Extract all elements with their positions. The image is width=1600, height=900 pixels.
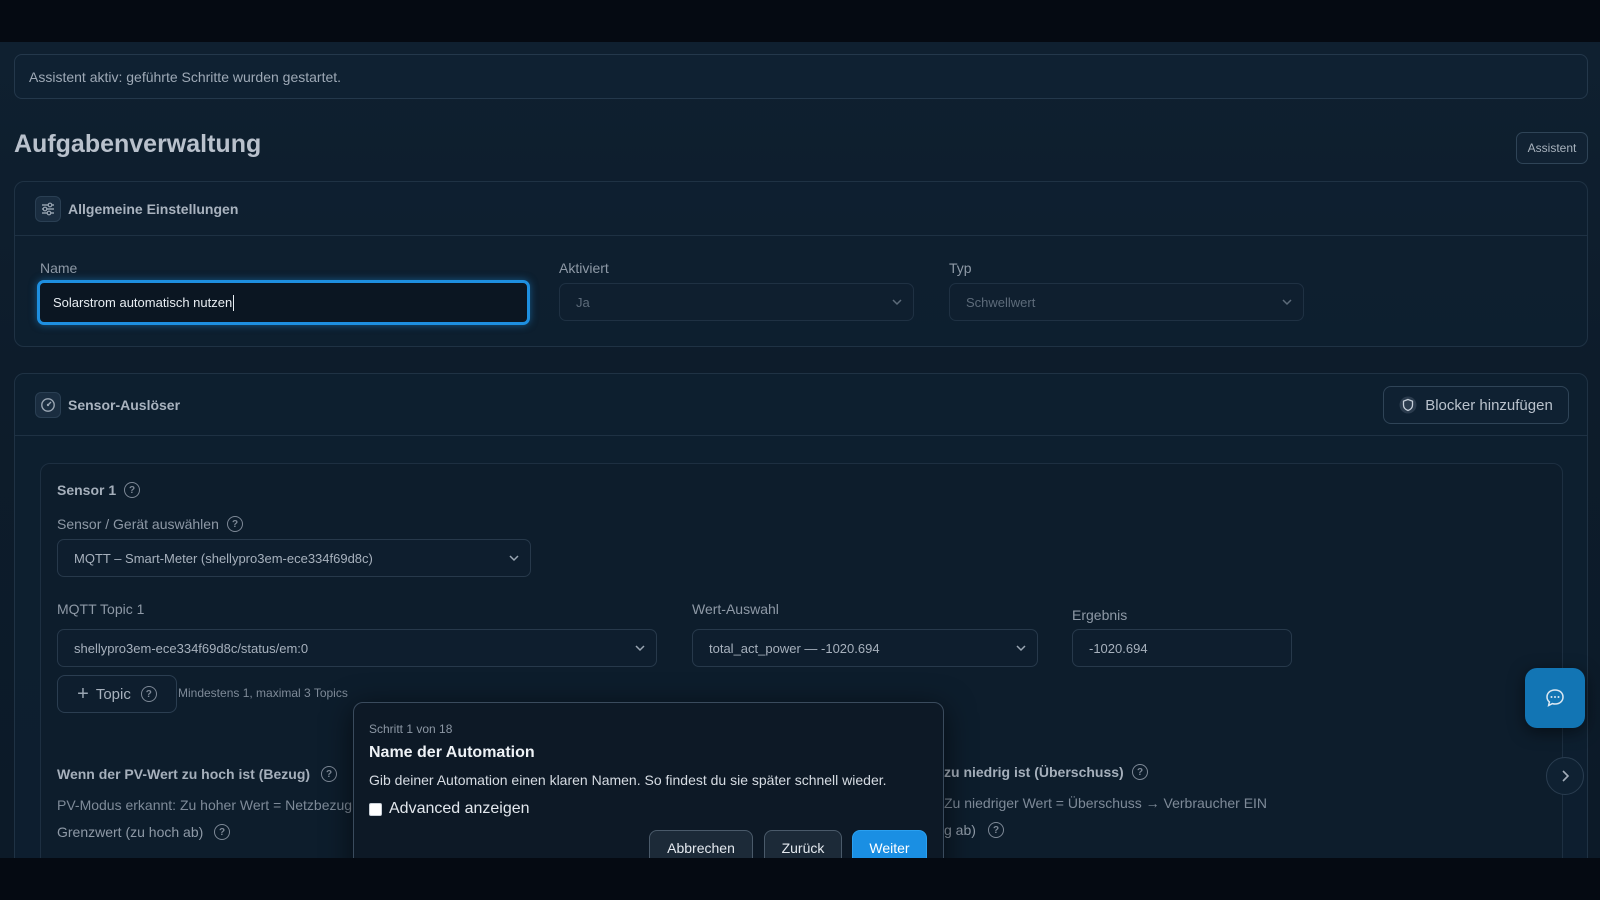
result-value: -1020.694 — [1089, 640, 1148, 656]
chevron-down-icon — [1016, 645, 1026, 652]
high-mode-description: PV-Modus erkannt: Zu hoher Wert = Netzbe… — [57, 797, 353, 813]
wizard-step: Schritt 1 von 18 — [369, 722, 453, 736]
sliders-icon — [35, 195, 61, 222]
value-select[interactable]: total_act_power — -1020.694 — [692, 629, 1038, 667]
low-threshold-label: g ab) — [944, 822, 976, 838]
topic-hint: Mindestens 1, maximal 3 Topics — [178, 686, 348, 700]
general-settings-card: Allgemeine Einstellungen Name Solarstrom… — [14, 181, 1588, 347]
sensor-trigger-title: Sensor-Auslöser — [68, 396, 181, 413]
add-topic-label: Topic — [95, 685, 131, 703]
next-button[interactable]: Weiter — [852, 830, 927, 858]
type-select[interactable]: Schwellwert — [949, 283, 1304, 321]
name-input[interactable]: Solarstrom automatisch nutzen — [37, 280, 530, 325]
app-container: Assistent aktiv: geführte Schritte wurde… — [0, 42, 1600, 858]
general-settings-title: Allgemeine Einstellungen — [68, 200, 239, 217]
banner-text: Assistent aktiv: geführte Schritte wurde… — [29, 68, 342, 85]
help-icon[interactable]: ? — [227, 516, 243, 532]
add-topic-button[interactable]: + Topic ? — [57, 675, 177, 713]
high-threshold-title: Wenn der PV-Wert zu hoch ist (Bezug) — [57, 766, 311, 782]
chevron-down-icon — [892, 299, 902, 306]
value-select-value: total_act_power — -1020.694 — [709, 640, 880, 656]
high-threshold-label: Grenzwert (zu hoch ab) — [57, 824, 204, 840]
chevron-right-icon — [1562, 770, 1570, 782]
type-label: Typ — [949, 260, 972, 276]
chevron-down-icon — [1282, 299, 1292, 306]
advanced-checkbox[interactable] — [369, 802, 382, 816]
bottom-bar — [0, 858, 1600, 900]
chevron-down-icon — [635, 645, 645, 652]
low-mode-description: Zu niedriger Wert = Überschuss → Verbrau… — [944, 795, 1268, 811]
scroll-right-button[interactable] — [1546, 757, 1584, 795]
add-blocker-button[interactable]: Blocker hinzufügen — [1383, 386, 1569, 424]
result-field: -1020.694 — [1072, 629, 1292, 667]
type-select-value: Schwellwert — [966, 294, 1036, 310]
general-settings-header: Allgemeine Einstellungen — [15, 182, 1587, 236]
chevron-down-icon — [509, 555, 519, 562]
help-icon[interactable]: ? — [321, 766, 337, 782]
wizard-description: Gib deiner Automation einen klaren Namen… — [369, 772, 887, 788]
assistant-info-banner: Assistent aktiv: geführte Schritte wurde… — [14, 54, 1588, 99]
chat-button[interactable] — [1525, 668, 1585, 728]
wizard-dialog: Schritt 1 von 18 Name der Automation Gib… — [353, 702, 944, 858]
topic-label: MQTT Topic 1 — [57, 601, 145, 617]
advanced-checkbox-row[interactable]: Advanced anzeigen — [369, 800, 530, 818]
help-icon[interactable]: ? — [140, 686, 157, 702]
name-label: Name — [40, 260, 78, 276]
sensor-trigger-header: Sensor-Auslöser — [15, 374, 1587, 436]
enabled-label: Aktiviert — [559, 260, 609, 276]
advanced-checkbox-label: Advanced anzeigen — [389, 800, 530, 817]
page-title: Aufgabenverwaltung — [14, 130, 262, 158]
chat-icon — [1546, 689, 1564, 707]
device-select-value: MQTT – Smart-Meter (shellypro3em-ece334f… — [74, 550, 373, 566]
help-icon[interactable]: ? — [1132, 764, 1148, 780]
assistant-button[interactable]: Assistent — [1516, 132, 1588, 164]
wizard-title: Name der Automation — [369, 744, 535, 761]
shield-icon — [1399, 396, 1417, 414]
top-bar — [0, 0, 1600, 42]
plus-icon: + — [77, 682, 89, 705]
topic-select[interactable]: shellypro3em-ece334f69d8c/status/em:0 — [57, 629, 657, 667]
sensor-1-title: Sensor 1 — [57, 482, 116, 498]
help-icon[interactable]: ? — [988, 822, 1004, 838]
cancel-button[interactable]: Abbrechen — [649, 830, 753, 858]
help-icon[interactable]: ? — [214, 824, 230, 840]
value-select-label: Wert-Auswahl — [692, 601, 779, 617]
text-caret — [233, 294, 235, 311]
name-input-value: Solarstrom automatisch nutzen — [53, 295, 233, 310]
enabled-select-value: Ja — [576, 294, 590, 310]
topic-select-value: shellypro3em-ece334f69d8c/status/em:0 — [74, 640, 309, 656]
device-label: Sensor / Gerät auswählen — [57, 516, 219, 532]
help-icon[interactable]: ? — [124, 482, 140, 498]
add-blocker-label: Blocker hinzufügen — [1425, 396, 1553, 414]
enabled-select[interactable]: Ja — [559, 283, 914, 321]
device-select[interactable]: MQTT – Smart-Meter (shellypro3em-ece334f… — [57, 539, 531, 577]
back-button[interactable]: Zurück — [764, 830, 842, 858]
sensor-1-title-text: Sensor 1 — [57, 482, 117, 498]
result-label: Ergebnis — [1072, 607, 1128, 623]
gauge-icon — [35, 391, 61, 418]
low-threshold-title: zu niedrig ist (Überschuss) — [944, 764, 1124, 780]
